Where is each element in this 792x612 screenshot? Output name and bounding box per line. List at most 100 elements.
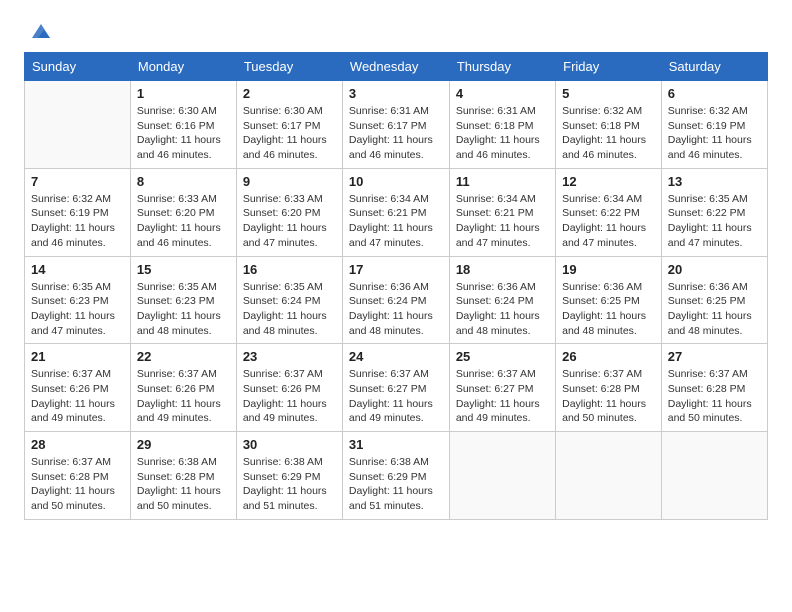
day-number: 12 bbox=[562, 174, 655, 189]
logo bbox=[24, 20, 52, 42]
day-number: 8 bbox=[137, 174, 230, 189]
calendar-cell: 7 Sunrise: 6:32 AM Sunset: 6:19 PM Daylig… bbox=[25, 168, 131, 256]
calendar-cell: 29Sunrise: 6:38 AM Sunset: 6:28 PM Dayli… bbox=[130, 432, 236, 520]
day-number: 20 bbox=[668, 262, 761, 277]
day-info: Sunrise: 6:37 AM Sunset: 6:27 PM Dayligh… bbox=[456, 367, 549, 426]
logo-icon bbox=[30, 20, 52, 42]
day-info: Sunrise: 6:35 AM Sunset: 6:22 PM Dayligh… bbox=[668, 192, 761, 251]
day-info: Sunrise: 6:32 AM Sunset: 6:18 PM Dayligh… bbox=[562, 104, 655, 163]
page-header bbox=[24, 20, 768, 42]
calendar-cell: 3 Sunrise: 6:31 AM Sunset: 6:17 PM Daylig… bbox=[342, 81, 449, 169]
calendar-cell: 26 Sunrise: 6:37 AM Sunset: 6:28 PM Dayli… bbox=[556, 344, 662, 432]
day-info: Sunrise: 6:31 AM Sunset: 6:18 PM Dayligh… bbox=[456, 104, 549, 163]
calendar-cell bbox=[661, 432, 767, 520]
day-number: 11 bbox=[456, 174, 549, 189]
day-number: 13 bbox=[668, 174, 761, 189]
calendar-cell: 4 Sunrise: 6:31 AM Sunset: 6:18 PM Daylig… bbox=[449, 81, 555, 169]
day-number: 28 bbox=[31, 437, 124, 452]
calendar-cell: 19 Sunrise: 6:36 AM Sunset: 6:25 PM Dayli… bbox=[556, 256, 662, 344]
day-info: Sunrise: 6:37 AM Sunset: 6:26 PM Dayligh… bbox=[31, 367, 124, 426]
calendar-cell: 18 Sunrise: 6:36 AM Sunset: 6:24 PM Dayli… bbox=[449, 256, 555, 344]
week-row-4: 21 Sunrise: 6:37 AM Sunset: 6:26 PM Dayli… bbox=[25, 344, 768, 432]
day-number: 30 bbox=[243, 437, 336, 452]
day-number: 9 bbox=[243, 174, 336, 189]
day-info: Sunrise: 6:37 AM Sunset: 6:26 PM Dayligh… bbox=[243, 367, 336, 426]
day-number: 14 bbox=[31, 262, 124, 277]
calendar-cell: 8 Sunrise: 6:33 AM Sunset: 6:20 PM Daylig… bbox=[130, 168, 236, 256]
day-number: 16 bbox=[243, 262, 336, 277]
calendar-cell: 17 Sunrise: 6:36 AM Sunset: 6:24 PM Dayli… bbox=[342, 256, 449, 344]
day-number: 1 bbox=[137, 86, 230, 101]
calendar-cell: 20 Sunrise: 6:36 AM Sunset: 6:25 PM Dayli… bbox=[661, 256, 767, 344]
calendar-cell: 6Sunrise: 6:32 AM Sunset: 6:19 PM Daylig… bbox=[661, 81, 767, 169]
day-number: 2 bbox=[243, 86, 336, 101]
day-number: 24 bbox=[349, 349, 443, 364]
calendar-cell: 1Sunrise: 6:30 AM Sunset: 6:16 PM Daylig… bbox=[130, 81, 236, 169]
day-info: Sunrise: 6:33 AM Sunset: 6:20 PM Dayligh… bbox=[137, 192, 230, 251]
calendar-cell: 13 Sunrise: 6:35 AM Sunset: 6:22 PM Dayli… bbox=[661, 168, 767, 256]
day-info: Sunrise: 6:32 AM Sunset: 6:19 PM Dayligh… bbox=[31, 192, 124, 251]
day-info: Sunrise: 6:37 AM Sunset: 6:28 PM Dayligh… bbox=[562, 367, 655, 426]
weekday-header-thursday: Thursday bbox=[449, 53, 555, 81]
weekday-header-row: SundayMondayTuesdayWednesdayThursdayFrid… bbox=[25, 53, 768, 81]
day-number: 18 bbox=[456, 262, 549, 277]
day-number: 21 bbox=[31, 349, 124, 364]
day-number: 17 bbox=[349, 262, 443, 277]
weekday-header-sunday: Sunday bbox=[25, 53, 131, 81]
day-info: Sunrise: 6:38 AM Sunset: 6:29 PM Dayligh… bbox=[349, 455, 443, 514]
day-number: 26 bbox=[562, 349, 655, 364]
weekday-header-wednesday: Wednesday bbox=[342, 53, 449, 81]
calendar-cell: 14 Sunrise: 6:35 AM Sunset: 6:23 PM Dayli… bbox=[25, 256, 131, 344]
day-number: 31 bbox=[349, 437, 443, 452]
day-info: Sunrise: 6:36 AM Sunset: 6:24 PM Dayligh… bbox=[456, 280, 549, 339]
day-info: Sunrise: 6:33 AM Sunset: 6:20 PM Dayligh… bbox=[243, 192, 336, 251]
calendar-cell: 31 Sunrise: 6:38 AM Sunset: 6:29 PM Dayli… bbox=[342, 432, 449, 520]
day-number: 29 bbox=[137, 437, 230, 452]
day-info: Sunrise: 6:34 AM Sunset: 6:21 PM Dayligh… bbox=[456, 192, 549, 251]
day-info: Sunrise: 6:37 AM Sunset: 6:28 PM Dayligh… bbox=[668, 367, 761, 426]
day-info: Sunrise: 6:35 AM Sunset: 6:23 PM Dayligh… bbox=[31, 280, 124, 339]
day-number: 4 bbox=[456, 86, 549, 101]
day-number: 22 bbox=[137, 349, 230, 364]
day-number: 10 bbox=[349, 174, 443, 189]
week-row-5: 28Sunrise: 6:37 AM Sunset: 6:28 PM Dayli… bbox=[25, 432, 768, 520]
calendar-cell bbox=[556, 432, 662, 520]
calendar-cell: 23 Sunrise: 6:37 AM Sunset: 6:26 PM Dayli… bbox=[236, 344, 342, 432]
weekday-header-monday: Monday bbox=[130, 53, 236, 81]
calendar-cell: 15 Sunrise: 6:35 AM Sunset: 6:23 PM Dayli… bbox=[130, 256, 236, 344]
day-number: 7 bbox=[31, 174, 124, 189]
calendar-cell: 5Sunrise: 6:32 AM Sunset: 6:18 PM Daylig… bbox=[556, 81, 662, 169]
calendar-cell: 10 Sunrise: 6:34 AM Sunset: 6:21 PM Dayli… bbox=[342, 168, 449, 256]
week-row-2: 7 Sunrise: 6:32 AM Sunset: 6:19 PM Daylig… bbox=[25, 168, 768, 256]
day-info: Sunrise: 6:30 AM Sunset: 6:17 PM Dayligh… bbox=[243, 104, 336, 163]
day-number: 3 bbox=[349, 86, 443, 101]
day-info: Sunrise: 6:36 AM Sunset: 6:25 PM Dayligh… bbox=[668, 280, 761, 339]
calendar-cell: 25Sunrise: 6:37 AM Sunset: 6:27 PM Dayli… bbox=[449, 344, 555, 432]
day-info: Sunrise: 6:32 AM Sunset: 6:19 PM Dayligh… bbox=[668, 104, 761, 163]
day-info: Sunrise: 6:36 AM Sunset: 6:24 PM Dayligh… bbox=[349, 280, 443, 339]
calendar-cell: 30Sunrise: 6:38 AM Sunset: 6:29 PM Dayli… bbox=[236, 432, 342, 520]
calendar-cell: 24Sunrise: 6:37 AM Sunset: 6:27 PM Dayli… bbox=[342, 344, 449, 432]
day-info: Sunrise: 6:36 AM Sunset: 6:25 PM Dayligh… bbox=[562, 280, 655, 339]
day-info: Sunrise: 6:34 AM Sunset: 6:22 PM Dayligh… bbox=[562, 192, 655, 251]
day-number: 19 bbox=[562, 262, 655, 277]
calendar-cell: 16Sunrise: 6:35 AM Sunset: 6:24 PM Dayli… bbox=[236, 256, 342, 344]
calendar-cell: 27 Sunrise: 6:37 AM Sunset: 6:28 PM Dayli… bbox=[661, 344, 767, 432]
calendar-cell: 11 Sunrise: 6:34 AM Sunset: 6:21 PM Dayli… bbox=[449, 168, 555, 256]
day-info: Sunrise: 6:37 AM Sunset: 6:26 PM Dayligh… bbox=[137, 367, 230, 426]
calendar-cell: 22 Sunrise: 6:37 AM Sunset: 6:26 PM Dayli… bbox=[130, 344, 236, 432]
calendar-table: SundayMondayTuesdayWednesdayThursdayFrid… bbox=[24, 52, 768, 520]
calendar-cell: 9 Sunrise: 6:33 AM Sunset: 6:20 PM Daylig… bbox=[236, 168, 342, 256]
calendar-cell bbox=[25, 81, 131, 169]
day-info: Sunrise: 6:35 AM Sunset: 6:23 PM Dayligh… bbox=[137, 280, 230, 339]
day-info: Sunrise: 6:34 AM Sunset: 6:21 PM Dayligh… bbox=[349, 192, 443, 251]
day-number: 23 bbox=[243, 349, 336, 364]
day-info: Sunrise: 6:31 AM Sunset: 6:17 PM Dayligh… bbox=[349, 104, 443, 163]
week-row-3: 14 Sunrise: 6:35 AM Sunset: 6:23 PM Dayli… bbox=[25, 256, 768, 344]
calendar-cell bbox=[449, 432, 555, 520]
day-number: 27 bbox=[668, 349, 761, 364]
day-number: 15 bbox=[137, 262, 230, 277]
calendar-cell: 28Sunrise: 6:37 AM Sunset: 6:28 PM Dayli… bbox=[25, 432, 131, 520]
weekday-header-tuesday: Tuesday bbox=[236, 53, 342, 81]
calendar-cell: 21 Sunrise: 6:37 AM Sunset: 6:26 PM Dayli… bbox=[25, 344, 131, 432]
